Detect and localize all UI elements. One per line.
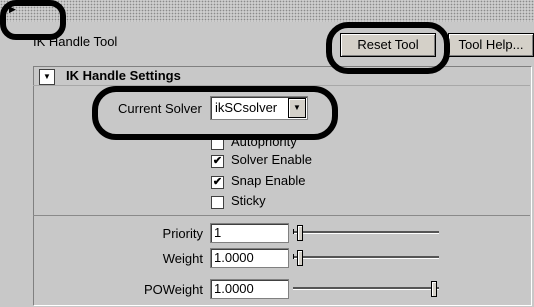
- snap-enable-checkbox[interactable]: ✔: [211, 176, 224, 189]
- poweight-field[interactable]: 1.0000: [210, 279, 289, 299]
- section-title: IK Handle Settings: [66, 68, 181, 83]
- weight-label: Weight: [162, 251, 203, 266]
- weight-field[interactable]: 1.0000: [210, 248, 289, 268]
- weight-slider-handle[interactable]: [297, 250, 303, 266]
- down-triangle-icon[interactable]: ▼: [39, 69, 55, 85]
- slider-tick: [293, 229, 294, 234]
- sticky-label: Sticky: [231, 193, 266, 208]
- poweight-slider[interactable]: [293, 287, 439, 290]
- divider: [33, 215, 530, 216]
- priority-slider-handle[interactable]: [297, 225, 303, 241]
- highlight-oval-reset: [326, 22, 450, 74]
- highlight-oval-solver: [92, 86, 338, 140]
- toolbar-grip[interactable]: [0, 0, 534, 22]
- snap-enable-label: Snap Enable: [231, 173, 306, 188]
- sticky-checkbox[interactable]: [211, 196, 224, 209]
- weight-slider[interactable]: [293, 256, 439, 259]
- poweight-label: POWeight: [143, 282, 203, 297]
- solver-enable-checkbox[interactable]: ✔: [211, 155, 224, 168]
- solver-enable-label: Solver Enable: [231, 152, 312, 167]
- priority-slider[interactable]: [293, 231, 439, 234]
- priority-label: Priority: [162, 226, 203, 241]
- priority-field[interactable]: 1: [210, 223, 289, 243]
- slider-tick: [293, 254, 294, 259]
- poweight-slider-handle[interactable]: [431, 281, 437, 297]
- highlight-oval-grip: [0, 0, 66, 40]
- tool-help-button[interactable]: Tool Help...: [448, 33, 534, 57]
